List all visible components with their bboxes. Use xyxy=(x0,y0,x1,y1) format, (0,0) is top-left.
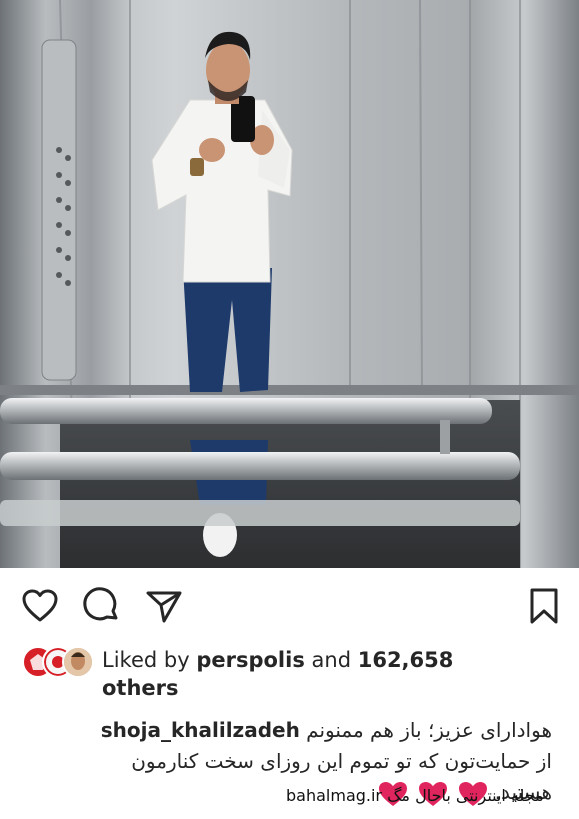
caption-text-1: هوادارای عزیز؛ باز هم ممنونم xyxy=(306,718,552,742)
post-photo[interactable] xyxy=(0,0,579,568)
likes-row: Liked by perspolis and 162,658 others xyxy=(22,646,562,706)
liker-avatars[interactable] xyxy=(22,646,94,678)
likes-connector: and xyxy=(311,648,352,672)
likes-prefix: Liked by xyxy=(102,648,190,672)
avatar[interactable] xyxy=(62,646,94,678)
likes-others[interactable]: others xyxy=(102,676,179,700)
paper-plane-icon[interactable] xyxy=(144,586,184,626)
post-action-bar xyxy=(0,568,579,640)
heart-outline-icon[interactable] xyxy=(20,586,60,626)
caption-line-2: از حمایت‌تون که تو تموم این روزای سخت کن… xyxy=(131,749,552,773)
comment-bubble-icon[interactable] xyxy=(82,586,122,626)
liker-username[interactable]: perspolis xyxy=(196,648,305,672)
bookmark-icon[interactable] xyxy=(524,586,564,626)
caption-line-1: هوادارای عزیز؛ باز هم ممنونم shoja_khali… xyxy=(22,715,552,746)
likes-count[interactable]: 162,658 xyxy=(358,648,454,672)
likes-summary: Liked by perspolis and 162,658 others xyxy=(102,646,522,702)
caption-username[interactable]: shoja_khalilzadeh xyxy=(101,718,300,742)
site-watermark: bahalmag.ir مجله اینترنتی باحال مگ xyxy=(286,786,544,805)
